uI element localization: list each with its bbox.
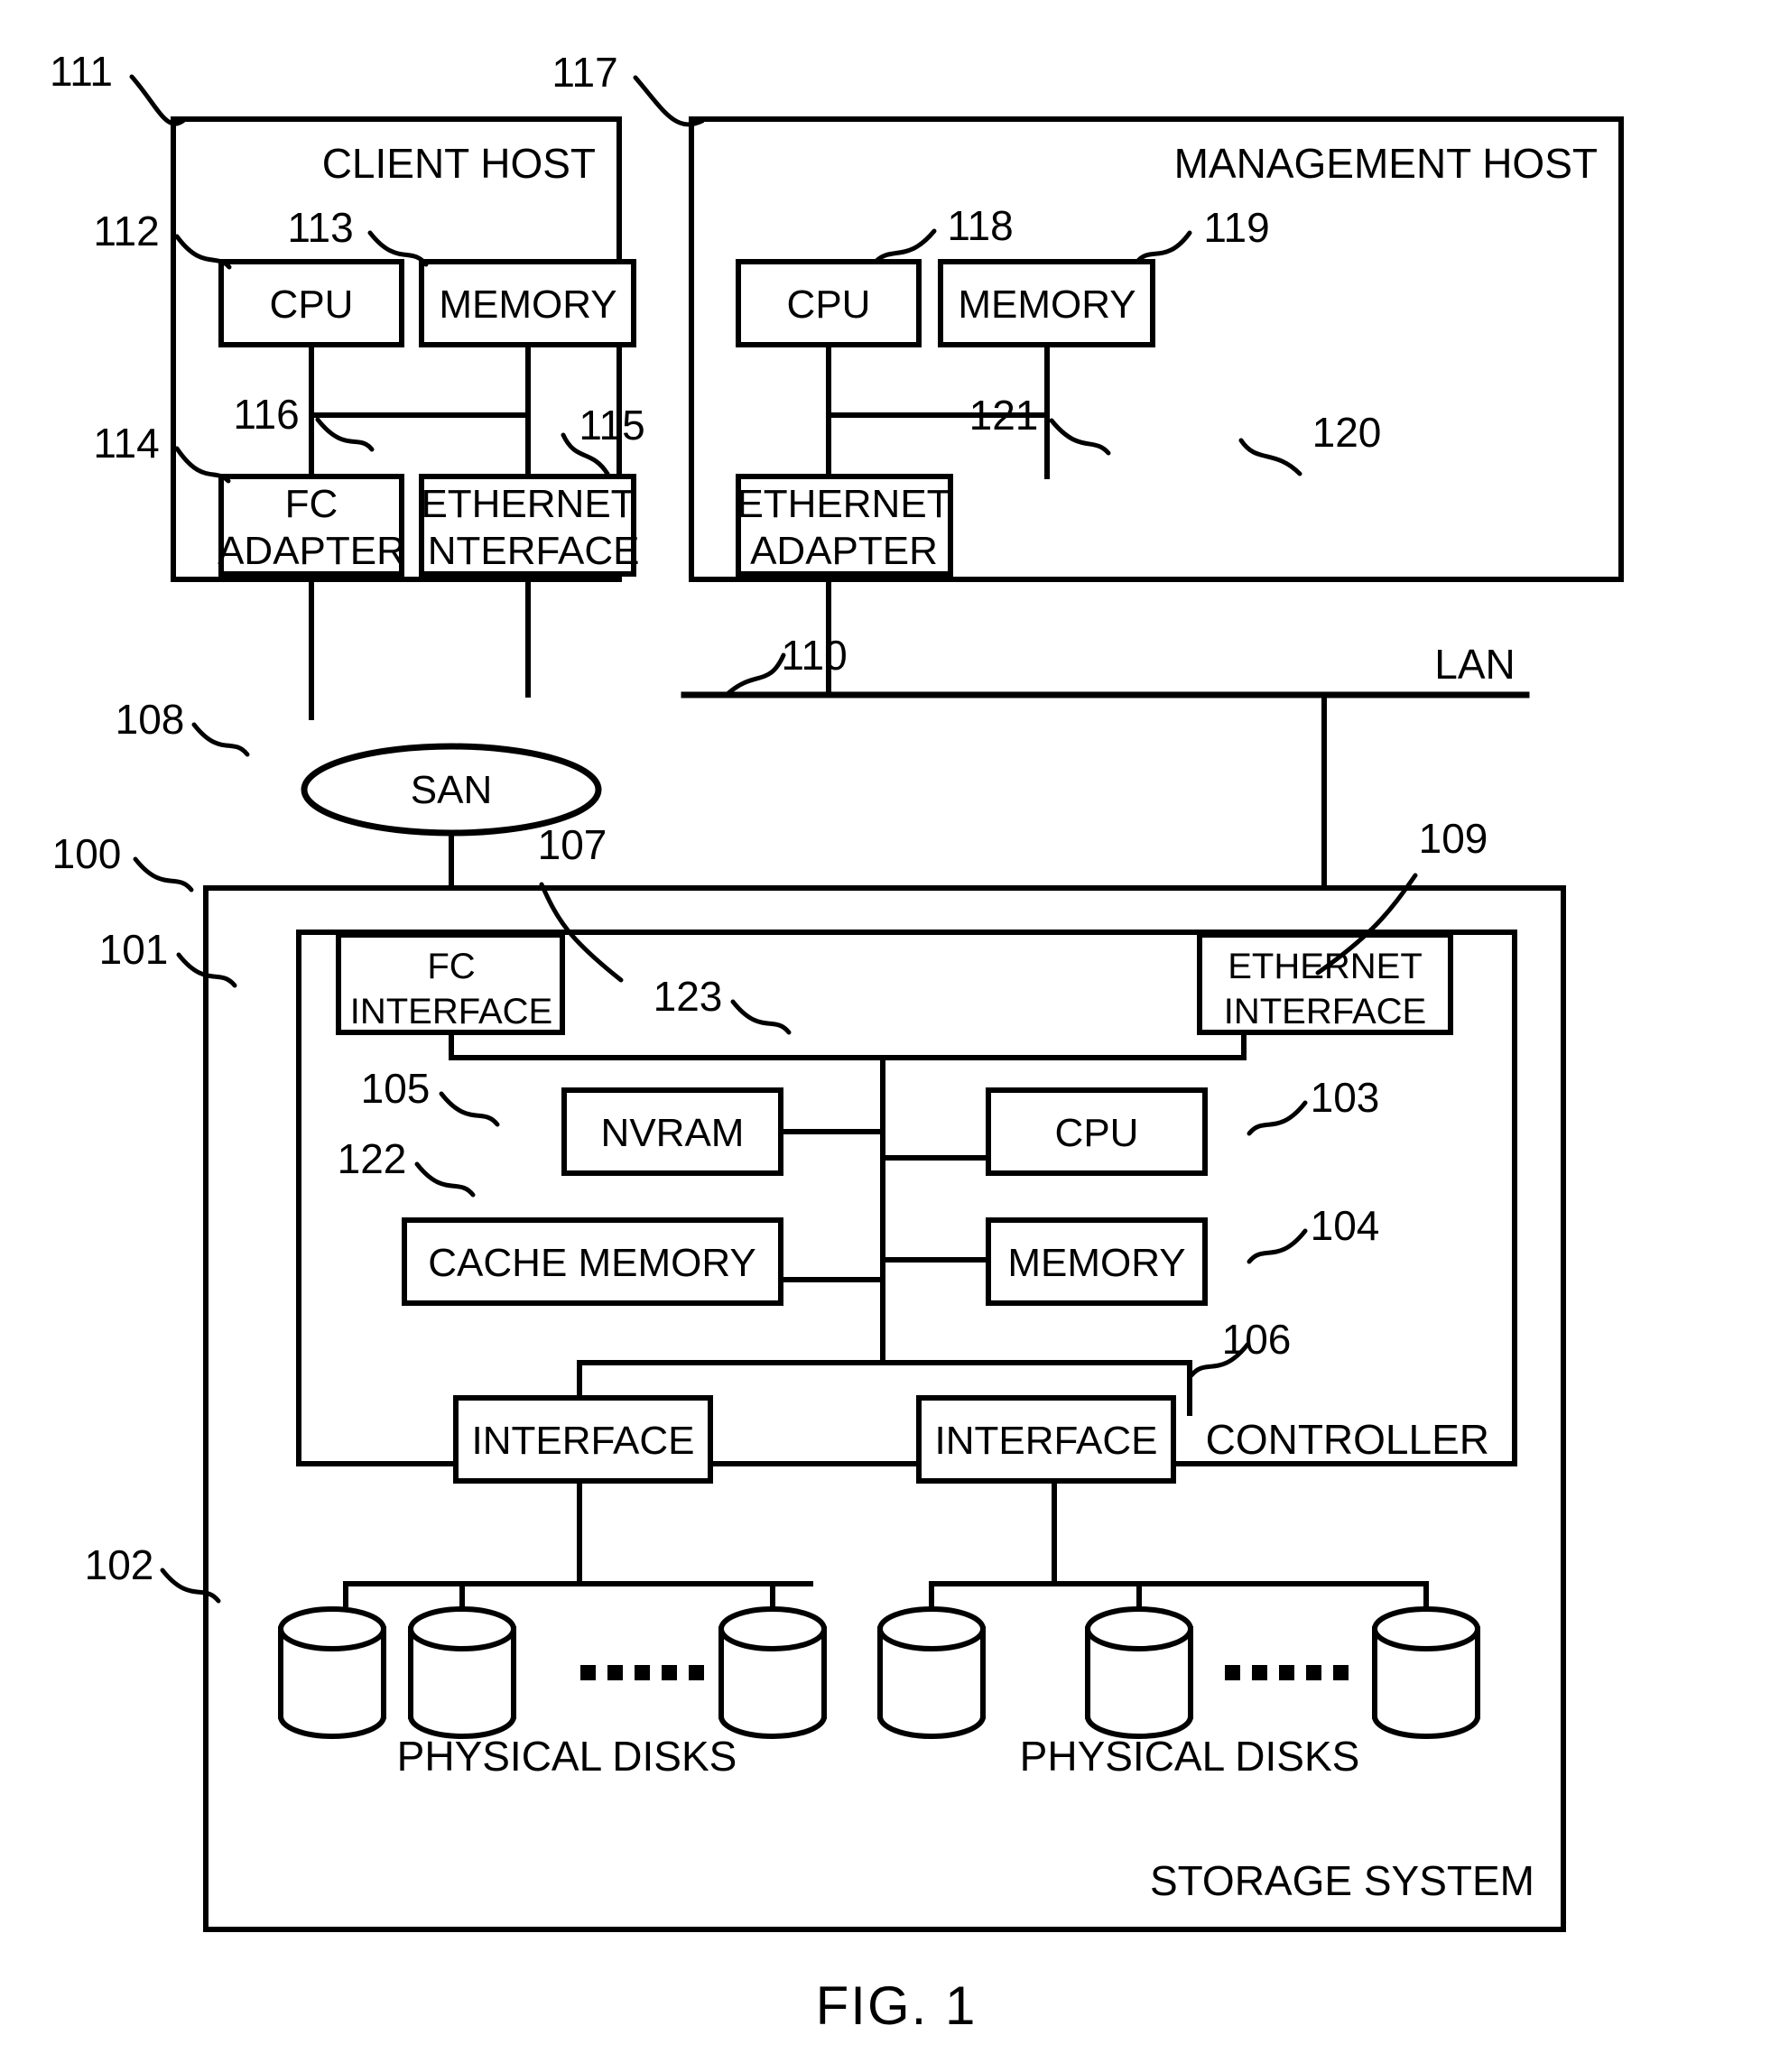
lan-label: LAN <box>1434 641 1515 688</box>
ref-100: 100 <box>52 830 122 877</box>
figure-caption: FIG. 1 <box>816 1975 978 2036</box>
ref-107: 107 <box>538 821 607 868</box>
ref-120: 120 <box>1312 409 1382 456</box>
client-memory-label: MEMORY <box>439 282 616 327</box>
mgmt-cpu-label: CPU <box>787 282 871 327</box>
storage-ethernet-interface-label-line1: ETHERNET <box>1228 947 1423 986</box>
ref-102: 102 <box>85 1541 154 1588</box>
ref-118: 118 <box>947 202 1013 249</box>
san-label: SAN <box>411 768 492 812</box>
ref-108: 108 <box>116 696 185 743</box>
storage-interface-right-label: INTERFACE <box>935 1419 1158 1463</box>
figure-page: 111 112 113 114 115 116 117 118 119 120 … <box>0 0 1789 2072</box>
lead-108 <box>191 722 250 757</box>
ref-123: 123 <box>653 973 723 1020</box>
ref-110: 110 <box>781 632 847 679</box>
client-fc-adapter-label-line1: FC <box>285 482 338 526</box>
cache-memory-label: CACHE MEMORY <box>428 1241 755 1285</box>
lead-110 <box>725 652 786 697</box>
ref-106: 106 <box>1222 1316 1292 1363</box>
ref-101: 101 <box>99 926 169 973</box>
storage-fc-interface-label-line2: INTERFACE <box>350 992 552 1031</box>
ref-109: 109 <box>1419 815 1488 862</box>
ref-113: 113 <box>287 204 353 251</box>
client-host-title: CLIENT HOST <box>322 140 596 187</box>
ref-119: 119 <box>1203 204 1269 251</box>
storage-fc-interface-label-line1: FC <box>427 947 475 986</box>
ref-112: 112 <box>93 208 159 254</box>
ref-117: 117 <box>552 49 617 96</box>
storage-ethernet-interface-label-line2: INTERFACE <box>1224 992 1426 1031</box>
storage-system-label: STORAGE SYSTEM <box>1150 1857 1534 1904</box>
lead-100 <box>133 856 194 893</box>
client-ethernet-interface-label-line1: ETHERNET <box>421 482 635 526</box>
ref-121: 121 <box>969 392 1039 439</box>
client-cpu-label: CPU <box>270 282 354 327</box>
physical-disks-label-right: PHYSICAL DISKS <box>1020 1733 1360 1780</box>
mgmt-ethernet-adapter-label-line1: ETHERNET <box>737 482 950 526</box>
ref-104: 104 <box>1311 1202 1380 1249</box>
controller-label: CONTROLLER <box>1206 1416 1489 1463</box>
storage-memory-label: MEMORY <box>1007 1241 1185 1285</box>
ref-105: 105 <box>361 1065 431 1112</box>
ref-122: 122 <box>338 1135 407 1182</box>
mgmt-ethernet-adapter-label-line2: ADAPTER <box>750 529 938 573</box>
ref-116: 116 <box>233 391 299 438</box>
client-fc-adapter-label-line2: ADAPTER <box>218 529 405 573</box>
storage-interface-left-label: INTERFACE <box>472 1419 695 1463</box>
nvram-label: NVRAM <box>601 1111 745 1155</box>
management-host-title: MANAGEMENT HOST <box>1174 140 1598 187</box>
storage-cpu-label: CPU <box>1055 1111 1139 1155</box>
ref-114: 114 <box>93 420 159 467</box>
ref-115: 115 <box>579 402 644 449</box>
physical-disks-label-left: PHYSICAL DISKS <box>397 1733 737 1780</box>
ref-111: 111 <box>50 48 113 95</box>
mgmt-memory-label: MEMORY <box>958 282 1136 327</box>
figure-canvas: 111 112 113 114 115 116 117 118 119 120 … <box>50 48 1624 2036</box>
client-ethernet-interface-label-line2: INTERFACE <box>417 529 640 573</box>
ref-103: 103 <box>1311 1074 1380 1121</box>
